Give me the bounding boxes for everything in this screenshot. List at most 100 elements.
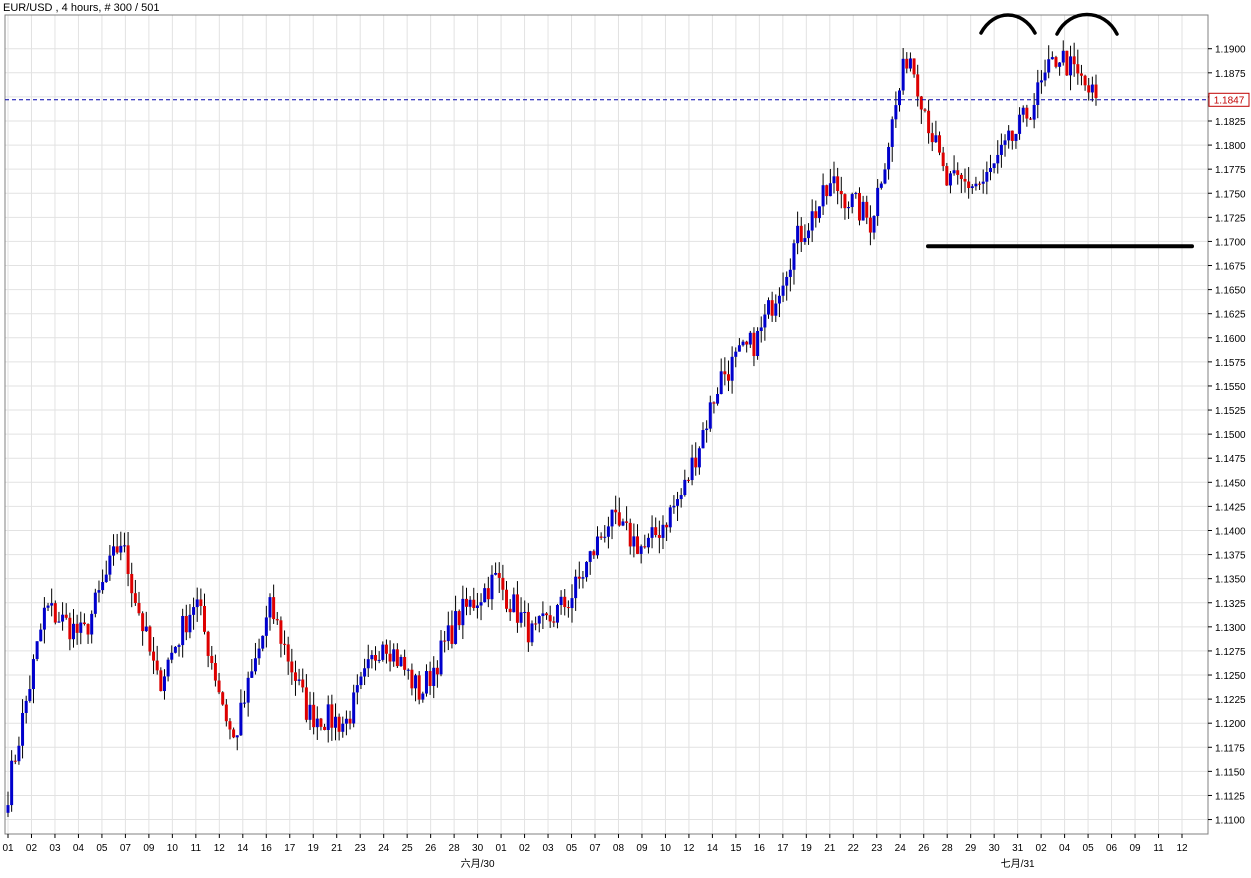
candle-body: [934, 135, 938, 143]
candle-body: [253, 658, 257, 672]
candle-body: [1025, 107, 1029, 119]
x-tick-label: 10: [167, 843, 179, 854]
candle-body: [566, 607, 570, 609]
candle-body: [406, 669, 410, 671]
candle-body: [712, 402, 716, 404]
candle-body: [432, 667, 436, 686]
y-tick-label: 1.1175: [1215, 743, 1245, 754]
candle-body: [119, 545, 123, 553]
candle-body: [639, 546, 643, 554]
candle-body: [850, 194, 854, 208]
candle-body: [10, 760, 14, 806]
y-tick-label: 1.1275: [1215, 647, 1246, 658]
candle-body: [28, 689, 32, 701]
y-tick-label: 1.1225: [1215, 695, 1246, 706]
candle-body: [261, 635, 265, 649]
y-tick-label: 1.1300: [1215, 623, 1246, 634]
candle-body: [483, 588, 487, 603]
x-tick-label: 22: [848, 843, 860, 854]
candle-body: [959, 174, 963, 179]
candle-body: [330, 704, 334, 728]
candle-body: [293, 672, 297, 681]
candle-body: [42, 607, 46, 630]
y-tick-label: 1.1250: [1215, 671, 1246, 682]
candle-body: [646, 537, 650, 548]
candle-body: [690, 457, 694, 481]
candle-body: [974, 183, 978, 187]
candle-body: [541, 613, 545, 617]
candle-body: [359, 676, 363, 686]
x-tick-label: 23: [871, 843, 883, 854]
candle-body: [908, 58, 912, 69]
candle-body: [756, 330, 760, 357]
candle-body: [865, 201, 869, 218]
candle-body: [948, 173, 952, 186]
y-tick-label: 1.1450: [1215, 478, 1246, 489]
candle-body: [978, 183, 982, 185]
candle-body: [388, 653, 392, 662]
candle-body: [676, 499, 680, 506]
x-tick-label: 26: [918, 843, 930, 854]
candle-body: [894, 105, 898, 120]
x-tick-label: 25: [402, 843, 414, 854]
candle-body: [708, 402, 712, 429]
y-tick-label: 1.1600: [1215, 334, 1246, 345]
candle-body: [643, 546, 647, 548]
candle-body: [617, 512, 621, 526]
candle-body: [930, 133, 934, 143]
candle-body: [79, 622, 83, 633]
candle-body: [847, 207, 851, 209]
candle-body: [770, 300, 774, 316]
candle-body: [857, 192, 861, 221]
x-tick-label: 02: [26, 843, 38, 854]
x-tick-label: 09: [636, 843, 648, 854]
candle-body: [763, 314, 767, 328]
candle-body: [861, 201, 865, 221]
candle-body: [628, 522, 632, 547]
y-tick-label: 1.1675: [1215, 262, 1246, 273]
candle-body: [555, 605, 559, 623]
candle-body: [585, 561, 589, 578]
x-tick-label: 19: [801, 843, 813, 854]
candle-body: [264, 617, 268, 636]
candle-body: [919, 96, 923, 110]
candle-body: [283, 643, 287, 645]
candle-body: [57, 621, 61, 623]
candle-body: [450, 625, 454, 644]
candle-body: [170, 652, 174, 660]
candle-body: [490, 574, 494, 600]
candle-body: [730, 356, 734, 381]
candle-body: [650, 527, 654, 538]
y-tick-label: 1.1700: [1215, 237, 1246, 248]
candle-body: [501, 577, 505, 590]
candle-body: [13, 760, 17, 762]
candle-body: [152, 651, 156, 661]
x-tick-label: 01: [496, 843, 508, 854]
y-tick-label: 1.1575: [1215, 358, 1246, 369]
candle-body: [315, 718, 319, 728]
candle-body: [1054, 57, 1058, 67]
candle-body: [348, 718, 352, 724]
candle-body: [68, 617, 72, 640]
candle-body: [672, 505, 676, 508]
candle-body: [213, 663, 217, 681]
candle-body: [785, 276, 789, 286]
x-tick-label: 12: [1176, 843, 1188, 854]
y-tick-label: 1.1625: [1215, 310, 1246, 321]
candle-body: [625, 521, 629, 523]
candle-body: [468, 599, 472, 607]
candle-body: [868, 217, 872, 233]
candle-body: [581, 577, 585, 579]
candle-body: [108, 555, 112, 575]
candle-body: [825, 185, 829, 197]
candle-body: [1061, 50, 1065, 63]
candle-body: [428, 671, 432, 686]
candle-body: [250, 671, 254, 678]
y-tick-label: 1.1350: [1215, 575, 1246, 586]
candle-body: [141, 613, 145, 632]
x-tick-label: 12: [214, 843, 226, 854]
candle-body: [304, 687, 308, 720]
candle-body: [71, 623, 75, 640]
candle-body: [243, 702, 247, 704]
candle-body: [472, 599, 476, 608]
